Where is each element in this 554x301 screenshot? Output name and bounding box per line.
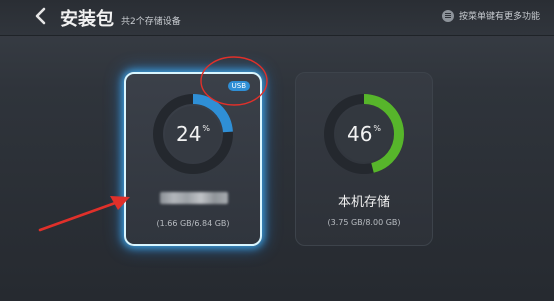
percent-value: 24: [175, 122, 202, 146]
usage-percent: 46%: [323, 93, 405, 175]
storage-card-usb[interactable]: USB 24% (1.66 GB/6.84 GB): [124, 72, 262, 246]
chevron-left-icon: [35, 7, 46, 25]
device-count: 共2个存储设备: [121, 17, 181, 27]
page-title: 安装包: [60, 9, 114, 30]
device-name-obscured: [160, 192, 228, 204]
menu-hint-text: 按菜单键有更多功能: [458, 12, 540, 22]
menu-icon: [441, 9, 454, 22]
usage-ring-local: 46%: [323, 93, 405, 175]
top-bar: 安装包 共2个存储设备 按菜单键有更多功能: [0, 0, 554, 36]
percent-unit: %: [202, 123, 211, 133]
percent-unit: %: [373, 123, 382, 133]
back-button[interactable]: [30, 5, 52, 27]
menu-hint: 按菜单键有更多功能: [441, 9, 540, 22]
usb-badge: USB: [227, 81, 250, 91]
storage-size: (1.66 GB/6.84 GB): [156, 219, 230, 228]
device-name: 本机存储: [337, 195, 390, 210]
usage-percent: 24%: [152, 93, 234, 175]
storage-card-local[interactable]: 46% 本机存储 (3.75 GB/8.00 GB): [295, 72, 433, 246]
usage-ring-usb: 24%: [152, 93, 234, 175]
storage-size: (3.75 GB/8.00 GB): [327, 218, 401, 227]
percent-value: 46: [346, 122, 373, 146]
